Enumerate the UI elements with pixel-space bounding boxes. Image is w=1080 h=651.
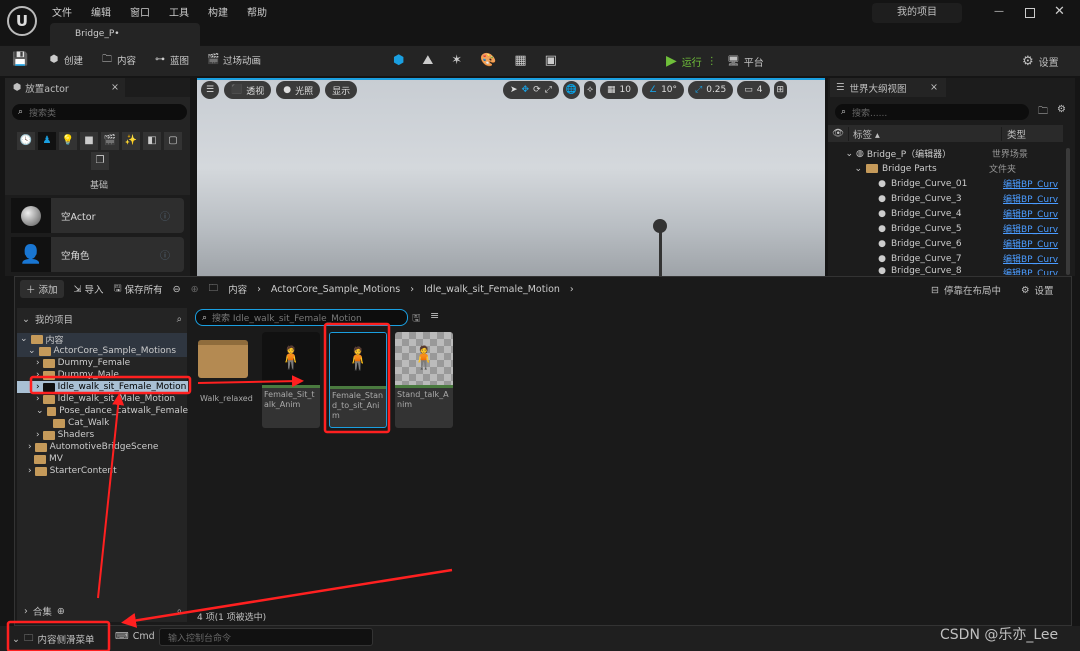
annotation-box-tree-folder	[29, 375, 192, 395]
annotation-overlay	[6, 322, 453, 651]
annotation-arrow	[97, 393, 125, 599]
annotation-box-asset	[323, 322, 391, 434]
annotation-arrow	[121, 568, 453, 628]
annotation-box-drawer	[6, 620, 111, 651]
annotation-arrow	[197, 375, 304, 388]
